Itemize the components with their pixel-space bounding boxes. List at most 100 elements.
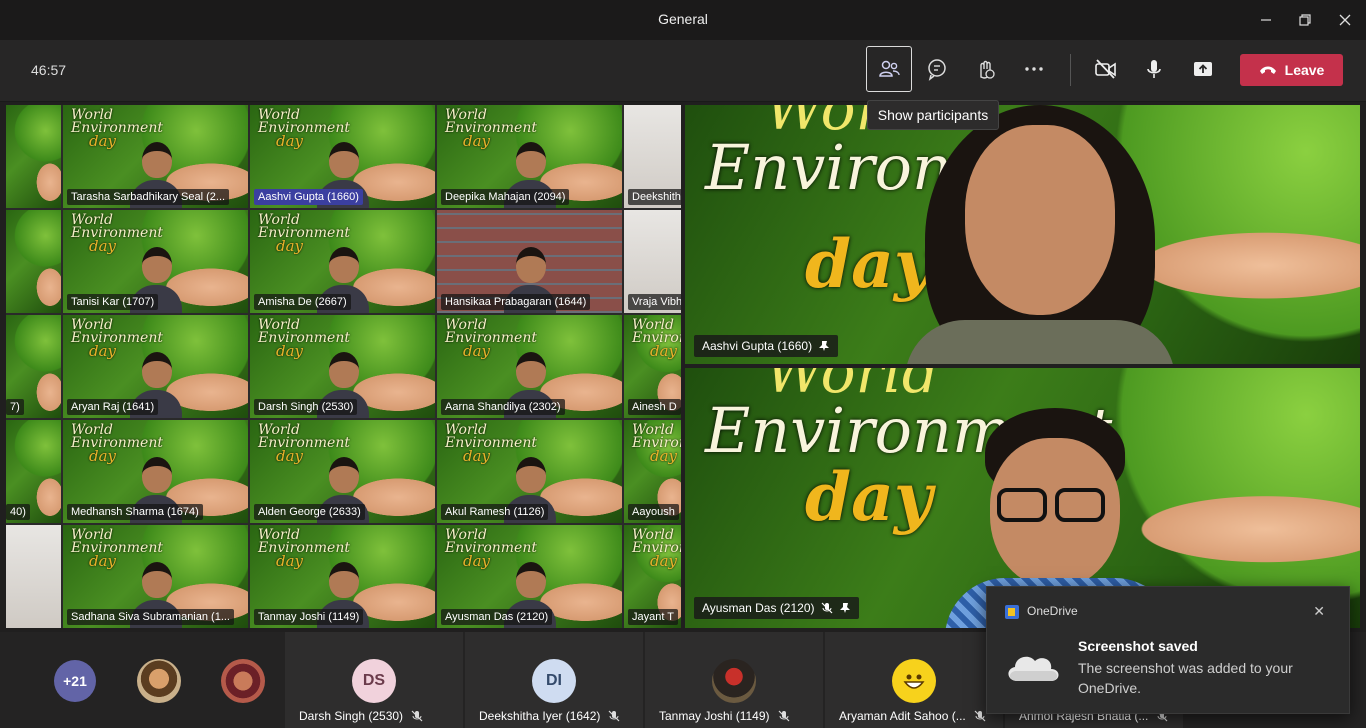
video-tile[interactable]: World Environment day Aarna Shandilya (2302… — [437, 315, 622, 418]
participant-name-label: 40) — [6, 504, 30, 520]
avatar — [712, 659, 756, 703]
notification-body: The screenshot was added to your OneDriv… — [1078, 660, 1293, 696]
video-tile[interactable]: WorldEnvironmentday Ainesh D — [624, 315, 681, 418]
participant-name: Aashvi Gupta (1660) — [702, 339, 813, 353]
camera-toggle-button[interactable] — [1083, 46, 1129, 92]
participant-name-label: Vraja Vibh — [628, 294, 681, 310]
participant-name: Deekshitha Iyer (1642) — [479, 709, 620, 723]
video-tile[interactable]: World Environment day Medhansh Sharma (1674… — [63, 420, 248, 523]
video-tile[interactable]: World Environment day Amisha De (2667) — [250, 210, 435, 313]
restore-icon[interactable] — [1293, 8, 1317, 32]
participant-name-label: Ainesh D — [628, 399, 681, 415]
video-tile[interactable]: World Environment day Tanisi Kar (1707) — [63, 210, 248, 313]
pin-icon — [839, 603, 850, 613]
participant-name-label: Aayoush — [628, 504, 679, 520]
participant-tile[interactable]: Aryaman Adit Sahoo (... — [825, 632, 1003, 728]
leave-button[interactable]: Leave — [1240, 54, 1343, 86]
background-text: WorldEnvironmentday — [632, 527, 681, 570]
video-tile[interactable] — [6, 210, 61, 313]
muted-mic-icon — [411, 710, 423, 722]
participant-name-label: Medhansh Sharma (1674) — [67, 504, 203, 520]
background-text: WorldEnvironmentday — [632, 422, 681, 465]
video-tile[interactable]: World Environment day Deepika Mahajan (2094… — [437, 105, 622, 208]
participant-name-label: Alden George (2633) — [254, 504, 365, 520]
featured-name-label: Aashvi Gupta (1660) — [694, 335, 839, 357]
video-tile[interactable]: WorldEnvironmentday Aayoush — [624, 420, 681, 523]
onedrive-app-icon — [1005, 605, 1019, 619]
close-notification-icon[interactable]: ✕ — [1313, 603, 1325, 620]
participant-name: Darsh Singh (2530) — [299, 709, 423, 723]
video-tile[interactable]: World Environment day Sadhana Siva Subraman… — [63, 525, 248, 628]
minimize-icon[interactable] — [1254, 8, 1278, 32]
video-tile[interactable] — [6, 525, 61, 628]
avatar — [892, 659, 936, 703]
participant-tile[interactable]: DS Darsh Singh (2530) — [285, 632, 463, 728]
meeting-timer: 46:57 — [31, 62, 67, 78]
video-tile[interactable]: Vraja Vibh — [624, 210, 681, 313]
muted-mic-icon — [778, 710, 789, 722]
toolbar-divider — [1070, 54, 1071, 86]
participant-name: Aryaman Adit Sahoo (... — [839, 709, 986, 723]
video-tile[interactable]: World Environment day Tanmay Joshi (1149) — [250, 525, 435, 628]
video-tile[interactable]: WorldEnvironmentday Jayant T — [624, 525, 681, 628]
background-text: WorldEnvironmentday — [632, 317, 681, 360]
participant-avatar[interactable] — [221, 659, 265, 703]
meeting-toolbar: 46:57 Leave — [0, 40, 1366, 102]
participant-video — [895, 105, 1185, 364]
participant-avatar[interactable] — [137, 659, 181, 703]
share-tray-icon — [1194, 62, 1212, 76]
window-title: General — [658, 11, 708, 27]
more-participants-button[interactable]: +21 — [54, 660, 96, 702]
participant-name-label: Hansikaa Prabagaran (1644) — [441, 294, 591, 310]
raise-hand-icon — [980, 60, 995, 79]
participant-name-label: Darsh Singh (2530) — [254, 399, 358, 415]
microphone-icon — [1147, 60, 1161, 78]
camera-off-icon — [1095, 59, 1116, 79]
muted-mic-icon — [974, 710, 986, 722]
participant-name-label: Deepika Mahajan (2094) — [441, 189, 570, 205]
show-participants-button[interactable] — [866, 46, 912, 92]
participant-tile[interactable]: DI Deekshitha Iyer (1642) — [465, 632, 643, 728]
close-icon[interactable] — [1333, 8, 1357, 32]
video-tile[interactable]: World Environment day Darsh Singh (2530) — [250, 315, 435, 418]
video-tile[interactable]: World Environment day Akul Ramesh (1126) — [437, 420, 622, 523]
video-tile[interactable]: Deekshith — [624, 105, 681, 208]
participant-name: Ayusman Das (2120) — [702, 601, 815, 615]
tooltip: Show participants — [867, 100, 999, 130]
microphone-toggle-button[interactable] — [1131, 46, 1177, 92]
notification-app-name: OneDrive — [1027, 604, 1078, 618]
participant-name-label: Ayusman Das (2120) — [441, 609, 553, 625]
ellipsis-icon — [1025, 67, 1043, 71]
video-tile[interactable]: World Environment day Alden George (2633) — [250, 420, 435, 523]
more-actions-button[interactable] — [1011, 46, 1057, 92]
video-tile[interactable]: 7) — [6, 315, 61, 418]
chat-button[interactable] — [914, 46, 960, 92]
participant-tile[interactable]: Tanmay Joshi (1149) — [645, 632, 823, 728]
background-text: day — [805, 458, 933, 536]
participant-name-label: Amisha De (2667) — [254, 294, 351, 310]
video-tile[interactable]: 40) — [6, 420, 61, 523]
video-tile[interactable]: Hansikaa Prabagaran (1644) — [437, 210, 622, 313]
participants-icon — [879, 60, 900, 77]
featured-video-1[interactable]: Worl Environm day Aashvi Gupta (1660) — [685, 105, 1360, 364]
participant-name-label: Sadhana Siva Subramanian (1... — [67, 609, 234, 625]
hang-up-icon — [1259, 66, 1276, 74]
notification-title: Screenshot saved — [1078, 638, 1198, 654]
muted-mic-icon — [821, 602, 832, 614]
participant-name-label: Akul Ramesh (1126) — [441, 504, 549, 520]
video-tile[interactable]: World Environment day Aryan Raj (1641) — [63, 315, 248, 418]
video-tile[interactable] — [6, 105, 61, 208]
title-bar: General — [0, 0, 1366, 40]
reactions-button[interactable] — [962, 46, 1008, 92]
video-tile[interactable]: World Environment day Tarasha Sarbadhikary … — [63, 105, 248, 208]
video-tile[interactable]: World Environment day Aashvi Gupta (1660) — [250, 105, 435, 208]
featured-name-label: Ayusman Das (2120) — [694, 597, 859, 619]
avatar: DI — [532, 659, 576, 703]
video-tile[interactable]: World Environment day Ayusman Das (2120) — [437, 525, 622, 628]
participant-name-label: 7) — [6, 399, 24, 415]
onedrive-notification[interactable]: OneDrive ✕ Screenshot saved The screensh… — [986, 586, 1350, 714]
chat-icon — [928, 59, 946, 81]
participant-name-label: Tanmay Joshi (1149) — [254, 609, 364, 625]
share-screen-button[interactable] — [1180, 46, 1226, 92]
muted-mic-icon — [608, 710, 620, 722]
